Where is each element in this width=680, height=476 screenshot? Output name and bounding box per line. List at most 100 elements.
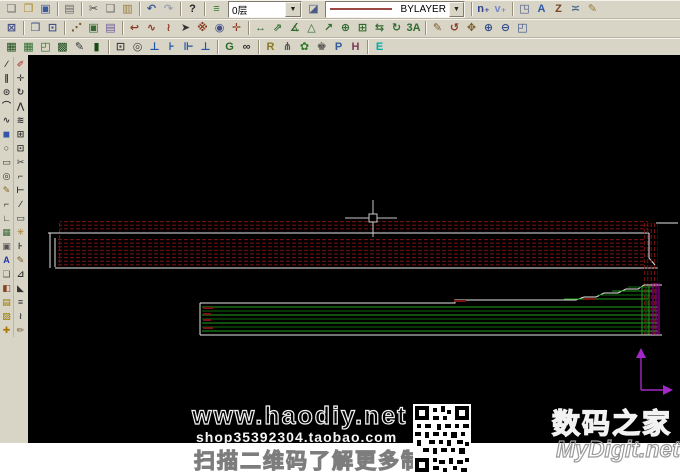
named-views-icon[interactable]: ❒	[23, 20, 44, 36]
redo-icon[interactable]: ↷	[160, 1, 177, 17]
linetype-combo[interactable]: BYLAYER ▼	[325, 0, 465, 18]
dim-text-edit-icon[interactable]: ⇆	[371, 20, 388, 36]
undo-view-icon[interactable]: ↩	[122, 20, 143, 36]
region-mass-icon[interactable]: ▣	[85, 20, 102, 36]
spell-check-icon[interactable]: Z	[550, 1, 567, 17]
dim-edit-icon[interactable]: ⊞	[354, 20, 371, 36]
zoom-window-icon[interactable]: ◰	[514, 20, 531, 36]
linetype-combo-arrow-icon[interactable]: ▼	[448, 1, 464, 17]
copy-icon[interactable]: ❑	[102, 1, 119, 17]
array-icon[interactable]: ⊞	[14, 127, 27, 141]
zoom-out-icon[interactable]: ⊖	[497, 20, 514, 36]
weld-symbol-3-icon[interactable]: ⊩	[180, 39, 197, 55]
insert-block-icon[interactable]: ◧	[0, 281, 13, 295]
print-icon[interactable]: ▤	[57, 1, 78, 17]
custom-tool-3-icon[interactable]: ◰	[37, 39, 54, 55]
table-style-icon[interactable]: ≍	[567, 1, 584, 17]
extend-icon[interactable]: ⊢	[14, 183, 27, 197]
offset-icon[interactable]: ≋	[14, 113, 27, 127]
weld-symbol-1-icon[interactable]: ⊥	[146, 39, 163, 55]
explode-icon[interactable]: ✳	[14, 225, 27, 239]
e-tool-icon[interactable]: E	[367, 39, 388, 55]
donut-icon[interactable]: ◎	[0, 169, 13, 183]
fillet-icon[interactable]: ⌐	[14, 169, 27, 183]
distance-icon[interactable]: ⋰	[64, 20, 85, 36]
construction-line-icon[interactable]: ∥	[0, 71, 13, 85]
pan-icon[interactable]: ✥	[463, 20, 480, 36]
point-icon[interactable]: ✎	[0, 183, 13, 197]
make-layer-current-icon[interactable]: ◪	[305, 1, 322, 17]
mirror-icon[interactable]: ⋀	[14, 99, 27, 113]
scale-icon[interactable]: ⊿	[14, 267, 27, 281]
region-icon[interactable]: ▣	[0, 239, 13, 253]
polyline-icon[interactable]: ⌐	[0, 197, 13, 211]
help-icon[interactable]: ?	[180, 1, 201, 17]
table-icon[interactable]: ▤	[0, 295, 13, 309]
named-views-icon[interactable]: ◳	[512, 1, 533, 17]
break-icon[interactable]: ∕	[14, 197, 27, 211]
ucs-origin-icon[interactable]: v₊	[492, 1, 509, 17]
move-icon[interactable]: ✛	[14, 71, 27, 85]
dim-center-icon[interactable]: ⊕	[337, 20, 354, 36]
dim-aligned-icon[interactable]: ⇗	[269, 20, 286, 36]
dim-angular-icon[interactable]: ∡	[286, 20, 303, 36]
edit-hatch-icon[interactable]: ✏	[14, 323, 27, 337]
person-icon[interactable]: ♚	[313, 39, 330, 55]
layers-icon[interactable]: ≡	[204, 1, 225, 17]
align-icon[interactable]: ≡	[14, 295, 27, 309]
dim-linear-icon[interactable]: ↔	[248, 20, 269, 36]
layer-tool-icon[interactable]: ✚	[0, 323, 13, 337]
cut-icon[interactable]: ✂	[81, 1, 102, 17]
donut-box-icon[interactable]: ⊡	[108, 39, 129, 55]
text-icon[interactable]: A	[0, 253, 13, 267]
text-window-icon[interactable]: ⊡	[44, 20, 61, 36]
custom-book-icon[interactable]: ▮	[88, 39, 105, 55]
text-style-icon[interactable]: A	[533, 1, 550, 17]
rotate-icon[interactable]: ↻	[14, 85, 27, 99]
spline-edit-icon[interactable]: ∿	[143, 20, 160, 36]
zoom-in-icon[interactable]: ⊕	[480, 20, 497, 36]
list-info-icon[interactable]: ▤	[102, 20, 119, 36]
paste-icon[interactable]: ▥	[119, 1, 136, 17]
weld-symbol-2-icon[interactable]: ⊦	[163, 39, 180, 55]
chamfer-icon[interactable]: ◣	[14, 281, 27, 295]
ucs-icon[interactable]: n₊	[471, 1, 492, 17]
custom-tool-2-icon[interactable]: ▦	[20, 39, 37, 55]
gradient-icon[interactable]: ▨	[0, 309, 13, 323]
circle-mark-icon[interactable]: ◎	[129, 39, 146, 55]
layer-combo-arrow-icon[interactable]: ▼	[285, 1, 301, 17]
make-block-icon[interactable]: ❏	[0, 267, 13, 281]
point-edit-icon[interactable]: ✛	[228, 20, 245, 36]
lengthen-icon[interactable]: ⊦	[14, 239, 27, 253]
h-tool-icon[interactable]: H	[347, 39, 364, 55]
sketch-pad-icon[interactable]: ✎	[584, 1, 601, 17]
dim-update-icon[interactable]: ↻	[388, 20, 405, 36]
match-properties-icon[interactable]: ✎	[425, 20, 446, 36]
custom-tool-4-icon[interactable]: ▩	[54, 39, 71, 55]
redraw-icon[interactable]: ↺	[446, 20, 463, 36]
layer-combo[interactable]: 0层 ▼	[228, 0, 302, 18]
spline-icon[interactable]: ∿	[0, 113, 13, 127]
g-tool-icon[interactable]: G	[217, 39, 238, 55]
arc-icon[interactable]: ⌒	[0, 99, 13, 113]
ellipse-icon[interactable]: ○	[0, 141, 13, 155]
drawing-canvas[interactable]	[28, 55, 680, 443]
p-doc-icon[interactable]: P	[330, 39, 347, 55]
polyline-edit-icon[interactable]: ≀	[160, 20, 177, 36]
erase-icon[interactable]: ✐	[14, 57, 27, 71]
weld-symbol-4-icon[interactable]: ⊥	[197, 39, 214, 55]
tools-icon[interactable]: ⋔	[279, 39, 296, 55]
circle-icon[interactable]: ⊙	[0, 85, 13, 99]
edit-polyline-icon[interactable]: ≀	[14, 309, 27, 323]
r-doc-icon[interactable]: R	[258, 39, 279, 55]
quick-dim-icon[interactable]: △	[303, 20, 320, 36]
dim-leader-icon[interactable]: ↗	[320, 20, 337, 36]
dim-style-icon[interactable]: 3A	[405, 20, 422, 36]
open-file-icon[interactable]: ❒	[20, 1, 37, 17]
stretch-icon[interactable]: ▭	[14, 211, 27, 225]
trim-icon[interactable]: ✂	[14, 155, 27, 169]
custom-pencil-icon[interactable]: ✎	[71, 39, 88, 55]
rectangle-icon[interactable]: ▭	[0, 155, 13, 169]
hatch-edit-icon[interactable]: ※	[194, 20, 211, 36]
match-properties-icon[interactable]: ✎	[14, 253, 27, 267]
